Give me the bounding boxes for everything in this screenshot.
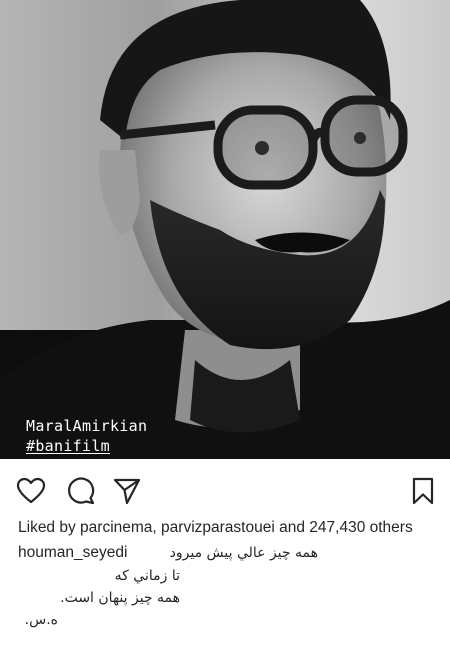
caption-line-2: تا زماني که	[114, 568, 180, 584]
caption-body: تا زماني که همه چيز پنهان است.	[18, 565, 180, 609]
post-actions-bar	[0, 470, 450, 510]
liked-by-user-1[interactable]: parcinema,	[80, 519, 157, 536]
likes-others-label[interactable]: others	[370, 519, 413, 536]
post-photo[interactable]: MaralAmirkian #banifilm	[0, 0, 450, 459]
watermark-hashtag: #banifilm	[26, 437, 110, 455]
post-caption: houman_seyedi همه چيز عالي پيش ميرود تا …	[18, 542, 438, 631]
caption-username[interactable]: houman_seyedi	[18, 543, 127, 563]
liked-by-user-2[interactable]: parvizparastouei	[161, 519, 275, 536]
caption-first-line: houman_seyedi همه چيز عالي پيش ميرود	[18, 542, 318, 564]
caption-signature: ه.س.	[24, 612, 58, 628]
heart-icon[interactable]	[16, 476, 46, 506]
likes-conjunction: and	[279, 519, 305, 536]
portrait-image	[0, 0, 450, 459]
likes-count[interactable]: 247,430	[309, 519, 365, 536]
paper-plane-icon[interactable]	[112, 476, 142, 506]
liked-by-label: Liked by	[18, 519, 76, 536]
caption-line-3: همه چيز پنهان است.	[60, 590, 180, 606]
post-caption-area: Liked by parcinema, parvizparastouei and…	[18, 518, 438, 631]
bookmark-icon[interactable]	[408, 476, 438, 506]
likes-summary: Liked by parcinema, parvizparastouei and…	[18, 518, 423, 538]
caption-line-1: همه چيز عالي پيش ميرود	[169, 545, 318, 561]
watermark-line-1: MaralAmirkian	[26, 417, 148, 435]
photo-watermark: MaralAmirkian #banifilm	[26, 416, 147, 456]
comment-icon[interactable]	[66, 476, 96, 506]
